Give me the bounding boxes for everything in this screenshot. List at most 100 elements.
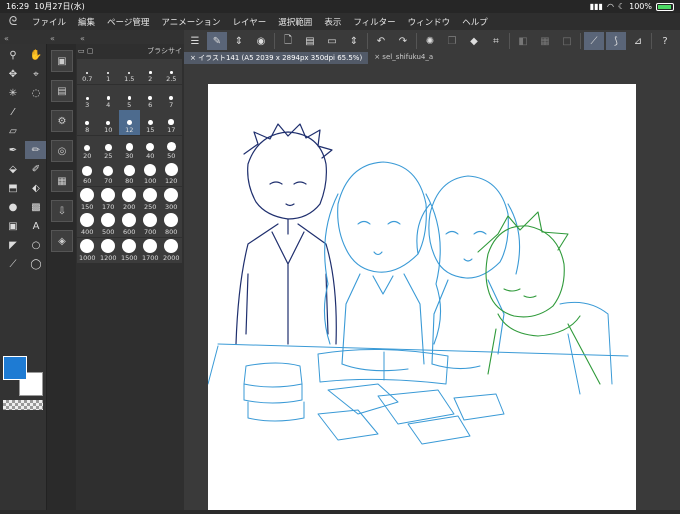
brush-size-cell[interactable]: 1.5 bbox=[119, 59, 140, 84]
brush-size-cell[interactable]: 60 bbox=[77, 161, 98, 186]
save-icon[interactable]: ▭ bbox=[322, 32, 342, 50]
brush-size-cell[interactable]: 250 bbox=[140, 186, 161, 212]
brush-size-cell[interactable]: 50 bbox=[161, 135, 182, 161]
brush-size-cell[interactable]: 1700 bbox=[140, 237, 161, 263]
edit-icon[interactable]: ✎ bbox=[207, 32, 227, 50]
brush-size-cell[interactable]: 8 bbox=[77, 110, 98, 135]
record-icon[interactable]: ◉ bbox=[251, 32, 271, 50]
brush-size-cell[interactable]: 400 bbox=[77, 212, 98, 237]
brush-size-cell[interactable]: 15 bbox=[140, 110, 161, 135]
layers-stack-icon[interactable]: ◈ bbox=[51, 230, 73, 252]
airbrush-icon[interactable]: ✐ bbox=[25, 160, 47, 178]
brush-size-cell[interactable]: 20 bbox=[77, 135, 98, 161]
move-icon[interactable]: ✥ bbox=[2, 65, 24, 83]
deselect-icon[interactable]: □ bbox=[557, 32, 577, 50]
menu-file[interactable]: ファイル bbox=[26, 16, 72, 28]
navigator-icon[interactable]: ◎ bbox=[51, 140, 73, 162]
brush-size-cell[interactable]: 800 bbox=[161, 212, 182, 237]
brush-size-cell[interactable]: 1500 bbox=[119, 237, 140, 263]
eyedropper-icon[interactable]: ⁄ bbox=[2, 103, 24, 121]
figure-icon[interactable]: ◤ bbox=[2, 236, 24, 254]
up-down-icon[interactable]: ⇕ bbox=[229, 32, 249, 50]
menu-hamburger-icon[interactable]: ☰ bbox=[185, 32, 205, 50]
eraser-icon[interactable]: ▱ bbox=[2, 122, 24, 140]
brush-size-cell[interactable]: 40 bbox=[140, 135, 161, 161]
gradient-icon[interactable]: ▩ bbox=[25, 198, 47, 216]
pencil-icon[interactable]: ✏ bbox=[25, 141, 47, 159]
redo-icon[interactable]: ↷ bbox=[393, 32, 413, 50]
tool-property-icon[interactable]: ⚙ bbox=[51, 110, 73, 132]
operation-icon[interactable]: ⌖ bbox=[25, 65, 47, 83]
brush-size-cell[interactable]: 700 bbox=[140, 212, 161, 237]
transparent-color-swatch[interactable] bbox=[3, 400, 43, 410]
brush-size-cell[interactable]: 300 bbox=[161, 186, 182, 212]
menu-page[interactable]: ページ管理 bbox=[101, 16, 155, 28]
brush-size-cell[interactable]: 1000 bbox=[77, 237, 98, 263]
balloon-icon[interactable]: ◯ bbox=[25, 255, 47, 273]
menu-animation[interactable]: アニメーション bbox=[155, 16, 226, 28]
brush-size-cell[interactable]: 600 bbox=[119, 212, 140, 237]
main-color-swatch[interactable] bbox=[3, 356, 27, 380]
menu-edit[interactable]: 編集 bbox=[72, 16, 101, 28]
pen-icon[interactable]: ✒ bbox=[2, 141, 24, 159]
sub-tool-icon[interactable]: ▣ bbox=[51, 50, 73, 72]
brush-size-cell[interactable]: 0.7 bbox=[77, 59, 98, 84]
menu-help[interactable]: ヘルプ bbox=[456, 16, 494, 28]
brush-size-cell[interactable]: 150 bbox=[77, 186, 98, 212]
copy-icon[interactable]: ❐ bbox=[442, 32, 462, 50]
ruler-icon[interactable]: ⊿ bbox=[628, 32, 648, 50]
tab-document-2[interactable]: × sel_shifuku4_a bbox=[368, 52, 439, 64]
blend-icon[interactable]: ⬖ bbox=[25, 179, 47, 197]
transform-icon[interactable]: ◧ bbox=[513, 32, 533, 50]
close-icon[interactable]: × bbox=[374, 53, 380, 61]
zoom-icon[interactable]: ⚲ bbox=[2, 46, 24, 64]
magic-wand-icon[interactable]: ✳ bbox=[2, 84, 24, 102]
help-icon[interactable]: ? bbox=[655, 32, 675, 50]
select-all-icon[interactable]: ▦ bbox=[535, 32, 555, 50]
collapse-left-icon[interactable]: « bbox=[4, 34, 9, 43]
menu-window[interactable]: ウィンドウ bbox=[402, 16, 457, 28]
brush-size-cell[interactable]: 500 bbox=[98, 212, 119, 237]
close-icon[interactable]: × bbox=[190, 54, 196, 62]
brush-size-cell[interactable]: 170 bbox=[98, 186, 119, 212]
brush-size-cell[interactable]: 5 bbox=[119, 84, 140, 110]
brush-size-cell[interactable]: 1200 bbox=[98, 237, 119, 263]
app-logo-icon[interactable]: ᘓ bbox=[0, 14, 26, 29]
brush-size-cell[interactable]: 70 bbox=[98, 161, 119, 186]
tab-document-active[interactable]: × イラスト141 (A5 2039 x 2894px 350dpi 65.5%… bbox=[184, 52, 369, 64]
hand-icon[interactable]: ✋ bbox=[25, 46, 47, 64]
text-icon[interactable]: A bbox=[25, 217, 47, 235]
brush-tab-icon[interactable]: ▭ ▢ bbox=[78, 47, 93, 55]
brush-size-cell[interactable]: 12 bbox=[119, 110, 140, 135]
frame-icon[interactable]: ▣ bbox=[2, 217, 24, 235]
brush-size-cell[interactable]: 2.5 bbox=[161, 59, 182, 84]
decoration-icon[interactable]: ⬒ bbox=[2, 179, 24, 197]
brush-size-cell[interactable]: 17 bbox=[161, 110, 182, 135]
layer-icon[interactable]: ▤ bbox=[51, 80, 73, 102]
brush-size-cell[interactable]: 6 bbox=[140, 84, 161, 110]
fill-icon[interactable]: ◆ bbox=[464, 32, 484, 50]
new-file-icon[interactable]: 🗋 bbox=[278, 32, 298, 50]
brush-size-cell[interactable]: 30 bbox=[119, 135, 140, 161]
brush-size-cell[interactable]: 7 bbox=[161, 84, 182, 110]
fill-bucket-icon[interactable]: ● bbox=[2, 198, 24, 216]
canvas-paper[interactable] bbox=[207, 84, 636, 510]
menu-filter[interactable]: フィルター bbox=[347, 16, 401, 28]
menu-layer[interactable]: レイヤー bbox=[227, 16, 273, 28]
brush-size-cell[interactable]: 25 bbox=[98, 135, 119, 161]
undo-icon[interactable]: ↶ bbox=[371, 32, 391, 50]
correct-line-icon[interactable]: ⟋ bbox=[2, 255, 24, 273]
collapse-sub-icon[interactable]: « bbox=[50, 34, 55, 43]
brush-icon[interactable]: ⬙ bbox=[2, 160, 24, 178]
collapse-brush-icon[interactable]: « bbox=[80, 34, 85, 43]
brush-size-cell[interactable]: 100 bbox=[140, 161, 161, 186]
menu-selection[interactable]: 選択範囲 bbox=[272, 16, 318, 28]
brush-size-cell[interactable]: 120 bbox=[161, 161, 182, 186]
up-down-icon-2[interactable]: ⇕ bbox=[344, 32, 364, 50]
brush-size-cell[interactable]: 2000 bbox=[161, 237, 182, 263]
brush-size-cell[interactable]: 1 bbox=[98, 59, 119, 84]
lasso-icon[interactable]: ◌ bbox=[25, 84, 47, 102]
canvas-area[interactable] bbox=[184, 64, 680, 510]
brush-size-cell[interactable]: 10 bbox=[98, 110, 119, 135]
shape-icon[interactable]: ○ bbox=[25, 236, 47, 254]
